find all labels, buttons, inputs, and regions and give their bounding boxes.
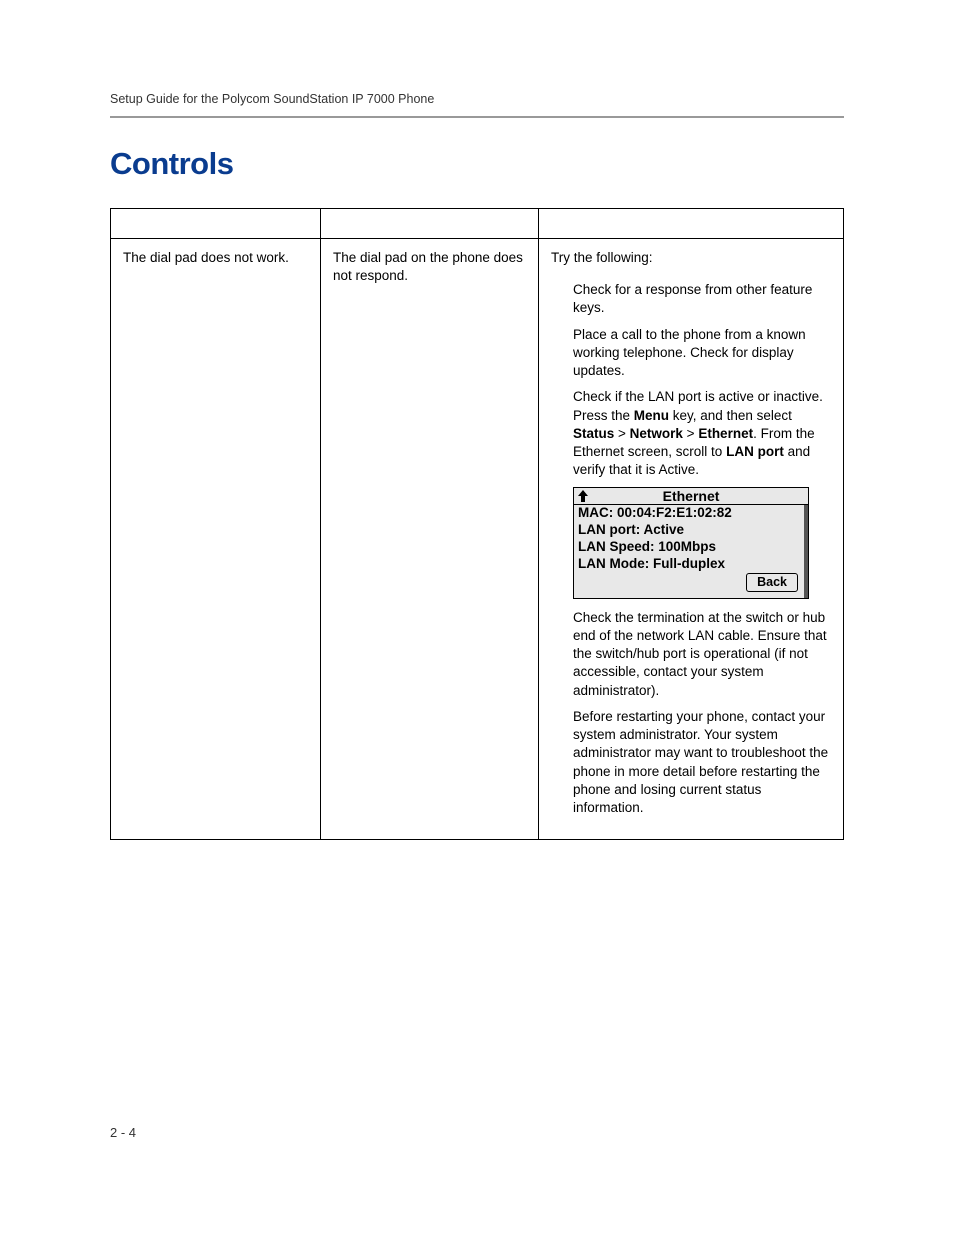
status-menu-label: Status (573, 426, 614, 441)
action-list: Check for a response from other feature … (551, 281, 831, 479)
lcd-lan-mode-line: LAN Mode: Full-duplex (578, 556, 804, 573)
lcd-mac-line: MAC: 00:04:F2:E1:02:82 (578, 505, 804, 522)
section-heading: Controls (110, 146, 844, 182)
list-item: Check for a response from other feature … (573, 281, 831, 317)
list-item: Before restarting your phone, contact yo… (573, 708, 831, 817)
table-row: The dial pad does not work. The dial pad… (111, 239, 844, 840)
lcd-header: Ethernet (574, 488, 808, 505)
lcd-lan-speed-line: LAN Speed: 100Mbps (578, 539, 804, 556)
action-list-continued: Check the termination at the switch or h… (551, 609, 831, 817)
lcd-footer: Back (578, 573, 804, 596)
table-header-row (111, 209, 844, 239)
lcd-lan-port-line: LAN port: Active (578, 522, 804, 539)
troubleshooting-table: The dial pad does not work. The dial pad… (110, 208, 844, 840)
back-button[interactable]: Back (746, 573, 798, 592)
lcd-scrollbar (804, 505, 808, 597)
symptom-cell: The dial pad does not work. (111, 239, 321, 840)
problem-cell: The dial pad on the phone does not respo… (321, 239, 539, 840)
table-header-action (539, 209, 844, 239)
table-header-problem (321, 209, 539, 239)
list-item: Check if the LAN port is active or inact… (573, 388, 831, 479)
action-intro: Try the following: (551, 249, 831, 267)
lan-port-label: LAN port (726, 444, 784, 459)
lcd-ethernet-panel: Ethernet MAC: 00:04:F2:E1:02:82 LAN port… (573, 487, 809, 598)
ethernet-menu-label: Ethernet (698, 426, 753, 441)
table-header-symptom (111, 209, 321, 239)
page-number: 2 - 4 (110, 1125, 136, 1140)
menu-key-label: Menu (634, 408, 669, 423)
page-header: Setup Guide for the Polycom SoundStation… (110, 90, 844, 118)
up-arrow-icon (576, 489, 590, 503)
guide-title: Setup Guide for the Polycom SoundStation… (110, 92, 434, 106)
list-item: Check the termination at the switch or h… (573, 609, 831, 700)
list-item: Place a call to the phone from a known w… (573, 326, 831, 381)
action-cell: Try the following: Check for a response … (539, 239, 844, 840)
lcd-body: MAC: 00:04:F2:E1:02:82 LAN port: Active … (574, 505, 808, 597)
lcd-title: Ethernet (663, 487, 720, 506)
network-menu-label: Network (630, 426, 683, 441)
